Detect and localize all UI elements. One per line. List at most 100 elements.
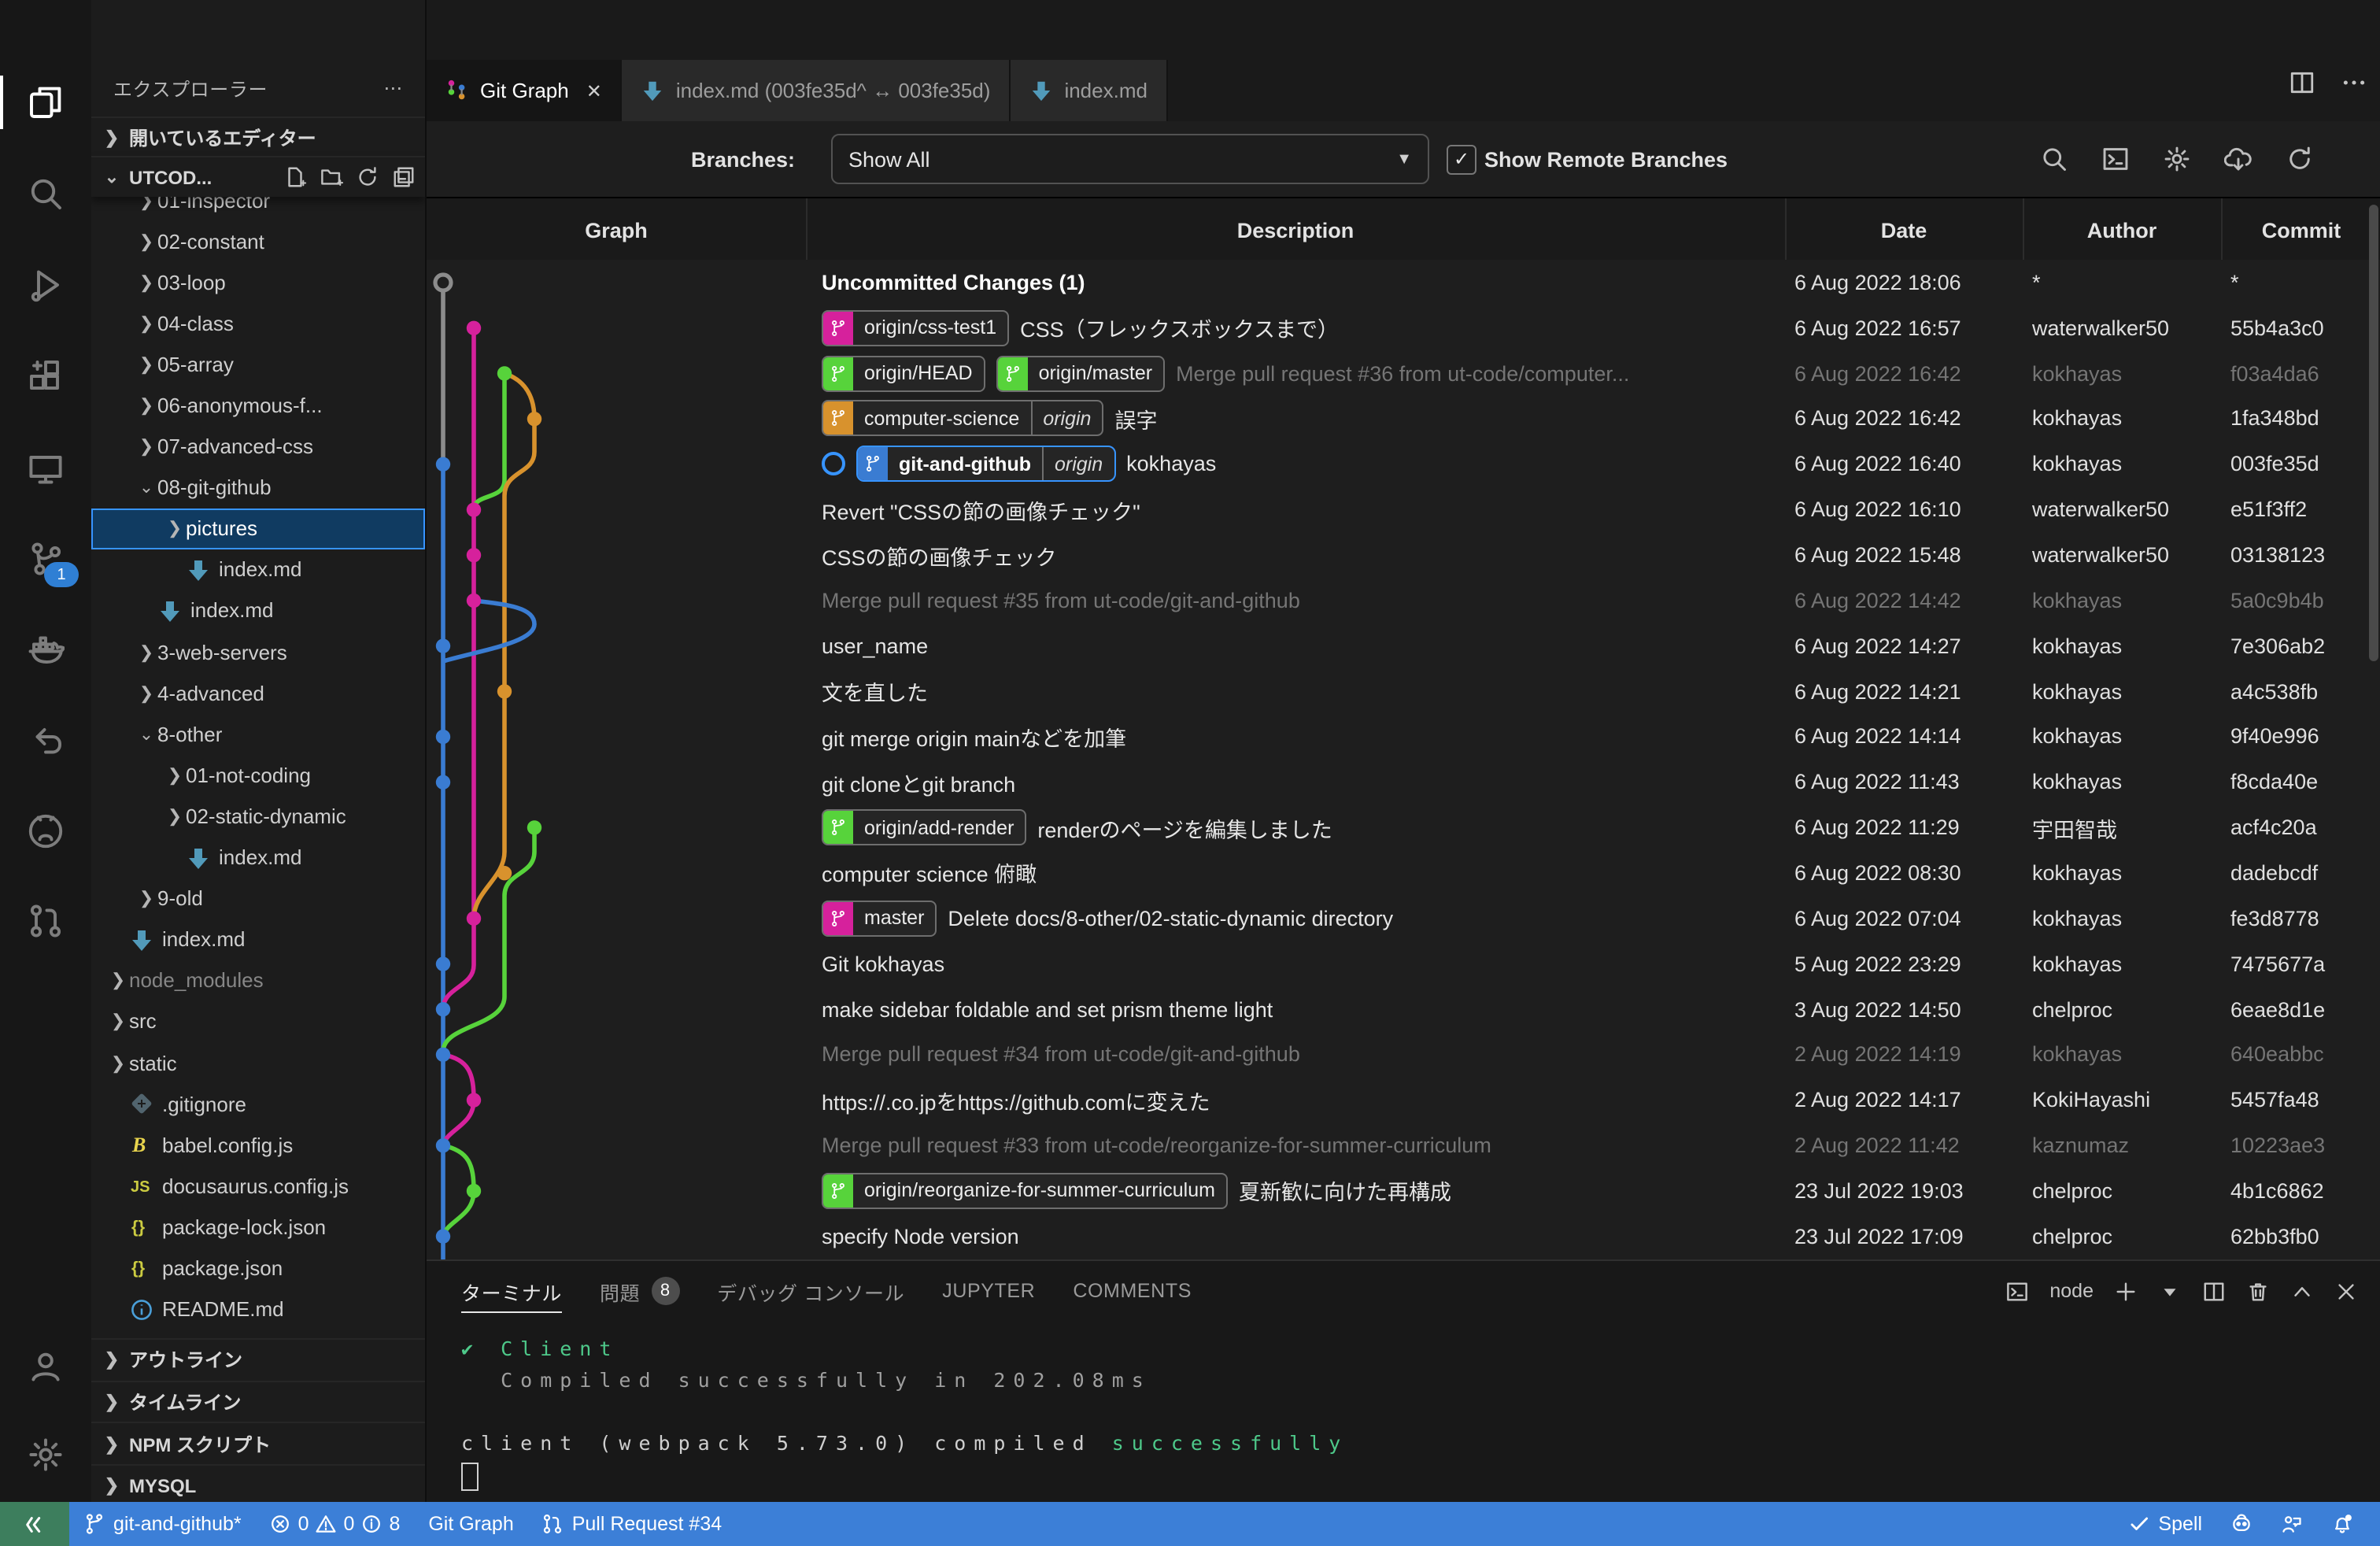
- tree-file-index-md[interactable]: index.md: [91, 837, 425, 878]
- status-feedback[interactable]: [2267, 1513, 2317, 1535]
- status-git-graph[interactable]: Git Graph: [414, 1502, 527, 1546]
- refresh-icon[interactable]: [2286, 145, 2314, 173]
- terminal-icon[interactable]: [2101, 145, 2130, 173]
- status-spell[interactable]: Spell: [2114, 1513, 2216, 1535]
- panel-tab-COMMENTS[interactable]: COMMENTS: [1073, 1261, 1192, 1321]
- remote-indicator[interactable]: [0, 1502, 69, 1546]
- commit-row[interactable]: make sidebar foldable and set prism them…: [427, 986, 2380, 1032]
- commit-row[interactable]: specify Node version23 Jul 2022 17:09che…: [427, 1214, 2380, 1259]
- section-MYSQL[interactable]: ❯MYSQL: [91, 1464, 425, 1502]
- status-bell-dot[interactable]: [2317, 1513, 2367, 1535]
- activity-pull-request[interactable]: [0, 885, 91, 957]
- activity-github[interactable]: [0, 795, 91, 867]
- commit-row[interactable]: origin/HEADorigin/masterMerge pull reque…: [427, 350, 2380, 396]
- close-icon[interactable]: [2334, 1279, 2358, 1303]
- search-icon[interactable]: [2040, 145, 2068, 173]
- commit-row[interactable]: https://.co.jpをhttps://github.comに変えた2 A…: [427, 1078, 2380, 1123]
- trash-icon[interactable]: [2246, 1279, 2270, 1303]
- commit-row[interactable]: origin/css-test1CSS（フレックスボックスまで）6 Aug 20…: [427, 305, 2380, 351]
- branch-badge-master[interactable]: master: [822, 901, 937, 937]
- column-header-author[interactable]: Author: [2023, 198, 2223, 261]
- split-editor-icon[interactable]: [2289, 69, 2315, 96]
- branch-badge-origin-master[interactable]: origin/master: [996, 355, 1166, 391]
- refresh-icon[interactable]: [356, 165, 379, 189]
- activity-files[interactable]: [0, 66, 91, 139]
- gear-icon[interactable]: [2163, 145, 2191, 173]
- tree-folder-3-web-servers[interactable]: ❯3-web-servers: [91, 631, 425, 672]
- commit-row[interactable]: git-and-githuboriginkokhayas6 Aug 2022 1…: [427, 442, 2380, 487]
- tab-index.md[interactable]: index.md: [1011, 60, 1168, 121]
- tree-file-index-md[interactable]: index.md: [91, 919, 425, 960]
- section-タイムライン[interactable]: ❯タイムライン: [91, 1380, 425, 1422]
- tab-git[interactable]: Git Graph✕: [427, 60, 623, 121]
- activity-run-debug[interactable]: [0, 249, 91, 321]
- tree-file-package-lock-json[interactable]: {}package-lock.json: [91, 1207, 425, 1248]
- tree-folder-01-not-coding[interactable]: ❯01-not-coding: [91, 755, 425, 796]
- tree-folder-4-advanced[interactable]: ❯4-advanced: [91, 672, 425, 713]
- caret-down-icon[interactable]: [2158, 1279, 2182, 1303]
- branch-badge-origin-reorganize-for-summer-curriculum[interactable]: origin/reorganize-for-summer-curriculum: [822, 1173, 1228, 1209]
- terminal-output[interactable]: ✔ Client Compiled successfully in 202.08…: [461, 1337, 2349, 1502]
- branches-dropdown[interactable]: Show All ▼: [831, 134, 1429, 184]
- panel-tab-JUPYTER[interactable]: JUPYTER: [942, 1261, 1035, 1321]
- column-header-description[interactable]: Description: [806, 198, 1787, 261]
- column-header-commit[interactable]: Commit: [2221, 198, 2380, 261]
- branch-badge-computer-science[interactable]: computer-scienceorigin: [822, 401, 1103, 437]
- tree-file-babel-config-js[interactable]: Bbabel.config.js: [91, 1124, 425, 1165]
- split-pane-icon[interactable]: [2202, 1279, 2226, 1303]
- activity-source-control[interactable]: 1: [0, 523, 91, 595]
- commit-row[interactable]: computer-scienceorigin誤字6 Aug 2022 16:42…: [427, 396, 2380, 442]
- tree-folder-static[interactable]: ❯static: [91, 1042, 425, 1083]
- new-folder-icon[interactable]: [320, 165, 343, 189]
- status-pull-request-#34[interactable]: Pull Request #34: [528, 1502, 736, 1546]
- status-git-and-github-[interactable]: git-and-github*: [69, 1502, 256, 1546]
- activity-search[interactable]: [0, 157, 91, 230]
- panel-tab-問題[interactable]: 問題8: [600, 1261, 679, 1321]
- tree-folder-07-advanced-css[interactable]: ❯07-advanced-css: [91, 426, 425, 467]
- status-copilot[interactable]: [2216, 1513, 2267, 1535]
- tab-index.md[interactable]: index.md (003fe35d^ ↔ 003fe35d): [623, 60, 1011, 121]
- collapse-all-icon[interactable]: [392, 165, 416, 189]
- commit-row[interactable]: Uncommitted Changes (1)6 Aug 2022 18:06*…: [427, 260, 2380, 305]
- tree-file-docusaurus-config-js[interactable]: JSdocusaurus.config.js: [91, 1166, 425, 1207]
- column-header-date[interactable]: Date: [1785, 198, 2024, 261]
- commit-row[interactable]: Merge pull request #34 from ut-code/git-…: [427, 1032, 2380, 1078]
- activity-undo-arrow[interactable]: [0, 705, 91, 778]
- tree-folder-9-old[interactable]: ❯9-old: [91, 878, 425, 919]
- commit-row[interactable]: Git kokhayas5 Aug 2022 23:29kokhayas7475…: [427, 941, 2380, 987]
- open-editors-section[interactable]: ❯ 開いているエディター: [91, 117, 425, 157]
- tree-folder-06-anonymous-f-[interactable]: ❯06-anonymous-f...: [91, 385, 425, 426]
- workspace-section[interactable]: ⌄ UTCOD...: [91, 156, 425, 197]
- terminal-icon[interactable]: [2005, 1279, 2029, 1303]
- activity-extensions[interactable]: [0, 340, 91, 412]
- new-file-icon[interactable]: [283, 165, 307, 189]
- close-icon[interactable]: ✕: [586, 80, 602, 102]
- plus-icon[interactable]: [2114, 1279, 2138, 1303]
- commit-row[interactable]: origin/reorganize-for-summer-curriculum夏…: [427, 1168, 2380, 1214]
- tree-folder-node-modules[interactable]: ❯node_modules: [91, 960, 425, 1001]
- chevron-up-icon[interactable]: [2290, 1279, 2314, 1303]
- section-アウトライン[interactable]: ❯アウトライン: [91, 1338, 425, 1380]
- tree-file-index-md[interactable]: index.md: [91, 590, 425, 631]
- tree-folder-05-array[interactable]: ❯05-array: [91, 344, 425, 385]
- tree-folder-8-other[interactable]: ⌄8-other: [91, 713, 425, 754]
- activity-account[interactable]: [0, 1330, 91, 1403]
- commit-row[interactable]: origin/add-renderrenderのページを編集しました6 Aug …: [427, 804, 2380, 850]
- panel-tab-デバッグ コンソール[interactable]: デバッグ コンソール: [717, 1261, 904, 1321]
- tree-file--gitignore[interactable]: .gitignore: [91, 1083, 425, 1124]
- commit-row[interactable]: 文を直した6 Aug 2022 14:21kokhayasa4c538fb: [427, 668, 2380, 714]
- tree-file-package-json[interactable]: {}package.json: [91, 1248, 425, 1289]
- branch-badge-origin-head[interactable]: origin/HEAD: [822, 355, 985, 391]
- commit-row[interactable]: Merge pull request #33 from ut-code/reor…: [427, 1123, 2380, 1168]
- tree-folder-src[interactable]: ❯src: [91, 1001, 425, 1042]
- commit-row[interactable]: Revert "CSSの節の画像チェック"6 Aug 2022 16:10wat…: [427, 487, 2380, 533]
- more-actions-icon[interactable]: ⋯: [383, 77, 403, 99]
- activity-docker[interactable]: [0, 614, 91, 686]
- tree-folder-04-class[interactable]: ❯04-class: [91, 303, 425, 344]
- tree-folder-02-static-dynamic[interactable]: ❯02-static-dynamic: [91, 796, 425, 837]
- cloud-download-icon[interactable]: [2224, 145, 2252, 173]
- tree-folder-02-constant[interactable]: ❯02-constant: [91, 220, 425, 261]
- column-header-graph[interactable]: Graph: [427, 198, 808, 261]
- commit-row[interactable]: computer science 俯瞰6 Aug 2022 08:30kokha…: [427, 850, 2380, 896]
- panel-tab-ターミナル[interactable]: ターミナル: [461, 1261, 562, 1321]
